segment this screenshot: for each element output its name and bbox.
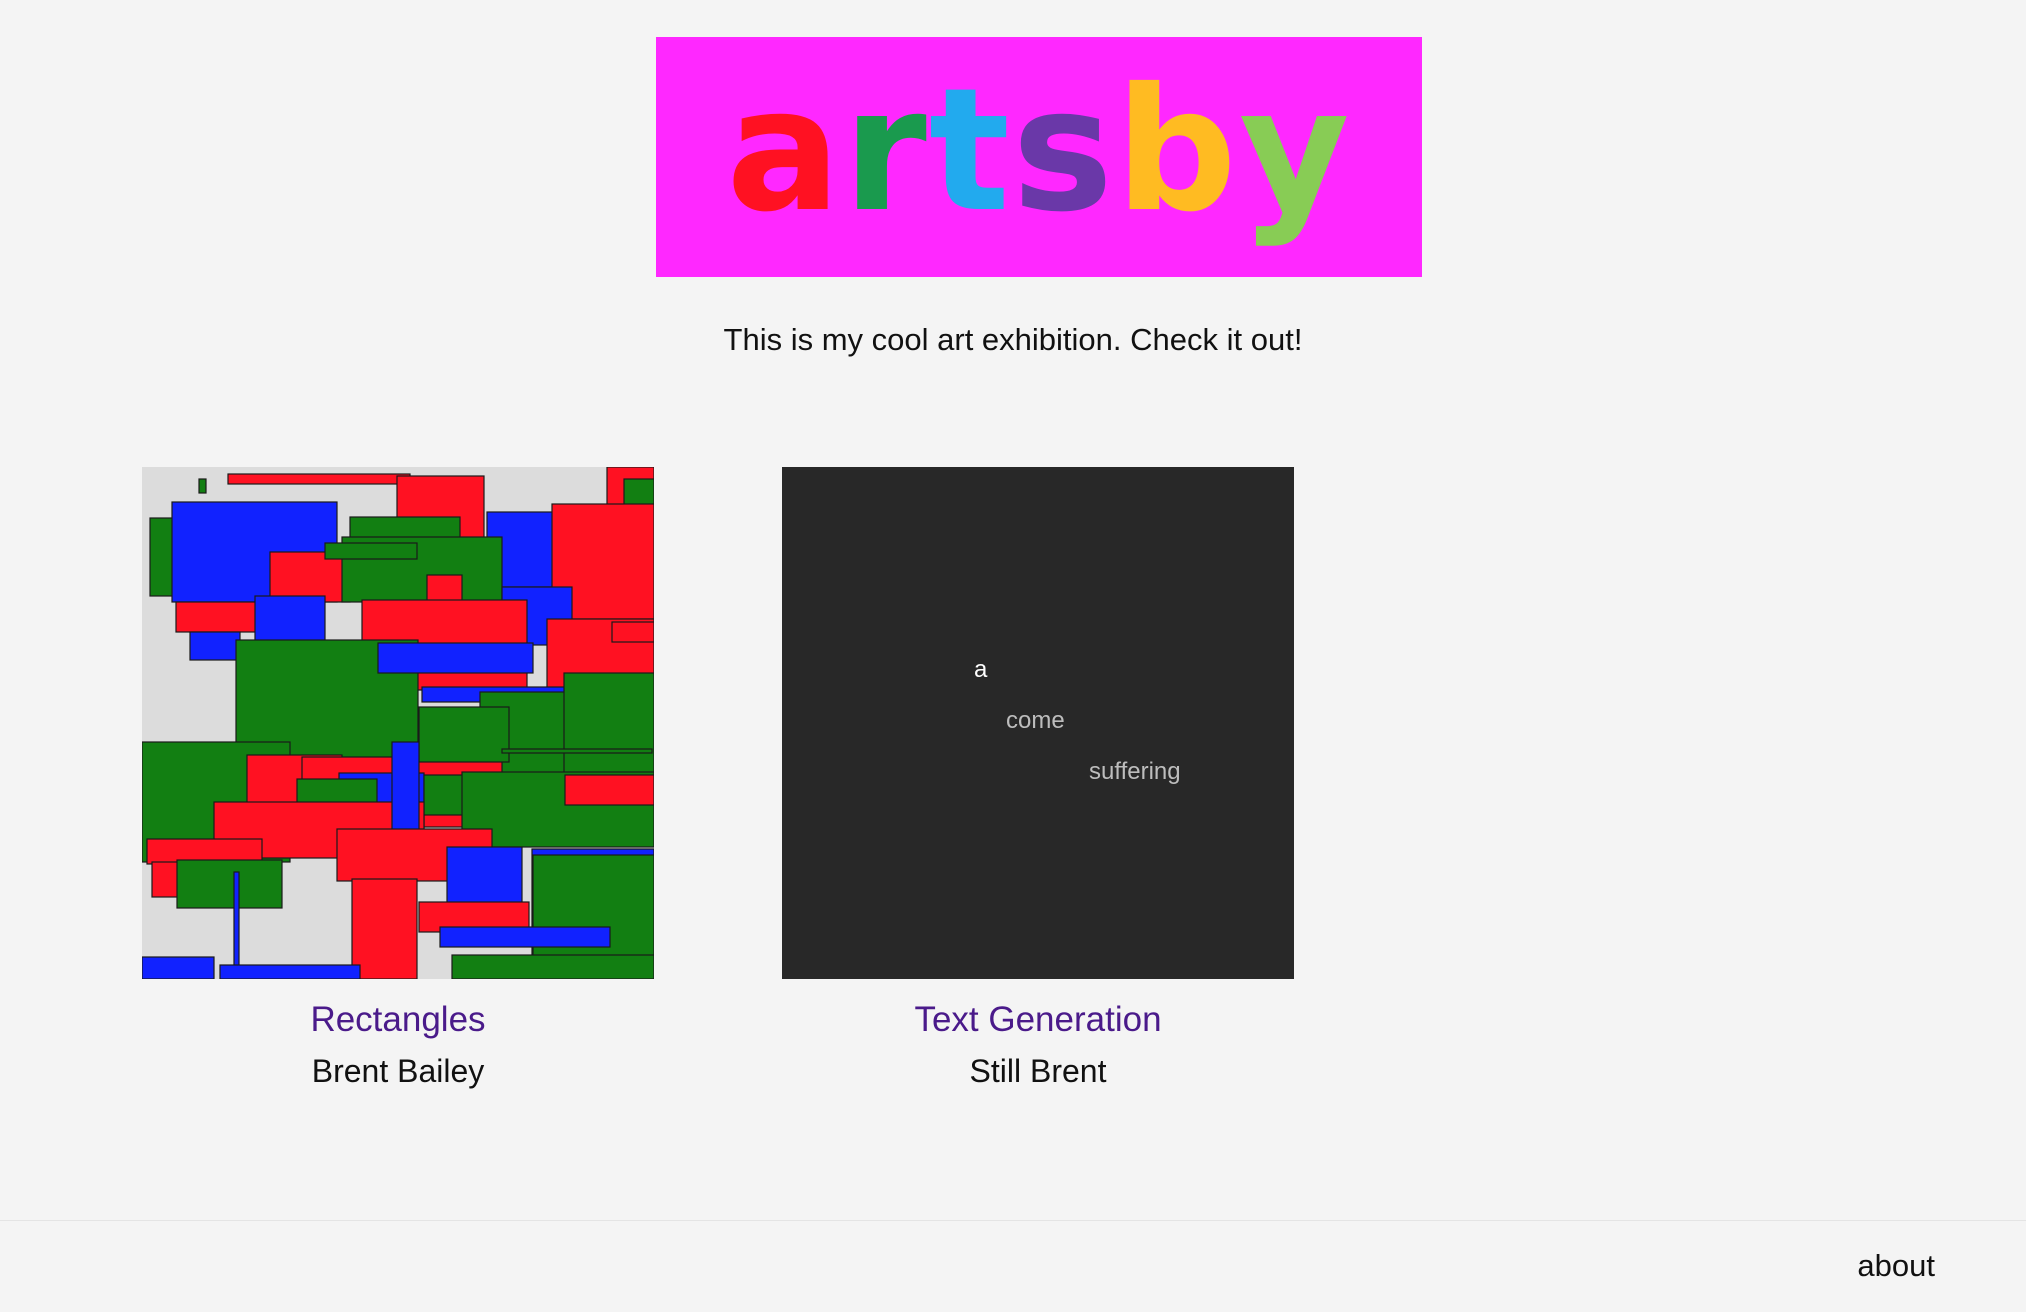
text-generation-artwork-thumbnail[interactable]: a come suffering [782, 467, 1294, 979]
artwork-author: Brent Bailey [311, 1053, 485, 1089]
footer-divider [0, 1220, 2026, 1221]
gallery-card-text-generation: a come suffering Text Generation Still B… [782, 467, 1294, 1089]
artwork-author: Still Brent [969, 1053, 1107, 1089]
artsby-logo: artsby [656, 37, 1422, 277]
artsby-logo-banner[interactable]: artsby [656, 37, 1422, 277]
generated-word: a [974, 656, 988, 683]
page-tagline: This is my cool art exhibition. Check it… [723, 322, 1303, 357]
logo-letter: r [842, 52, 929, 250]
logo-letter: b [1115, 52, 1239, 250]
logo-letter: s [1012, 52, 1116, 250]
generated-word: come [1006, 707, 1065, 734]
logo-letter: a [726, 52, 843, 250]
gallery-card-rectangles: Rectangles Brent Bailey [142, 467, 654, 1089]
generated-word: suffering [1089, 758, 1181, 785]
about-link[interactable]: about [1857, 1248, 1935, 1284]
artwork-title-link[interactable]: Text Generation [722, 1000, 1354, 1040]
rectangles-artwork-thumbnail[interactable] [142, 467, 654, 979]
artwork-title-link[interactable]: Rectangles [82, 1000, 714, 1040]
logo-letter: t [928, 52, 1013, 250]
logo-letter: y [1238, 52, 1352, 250]
